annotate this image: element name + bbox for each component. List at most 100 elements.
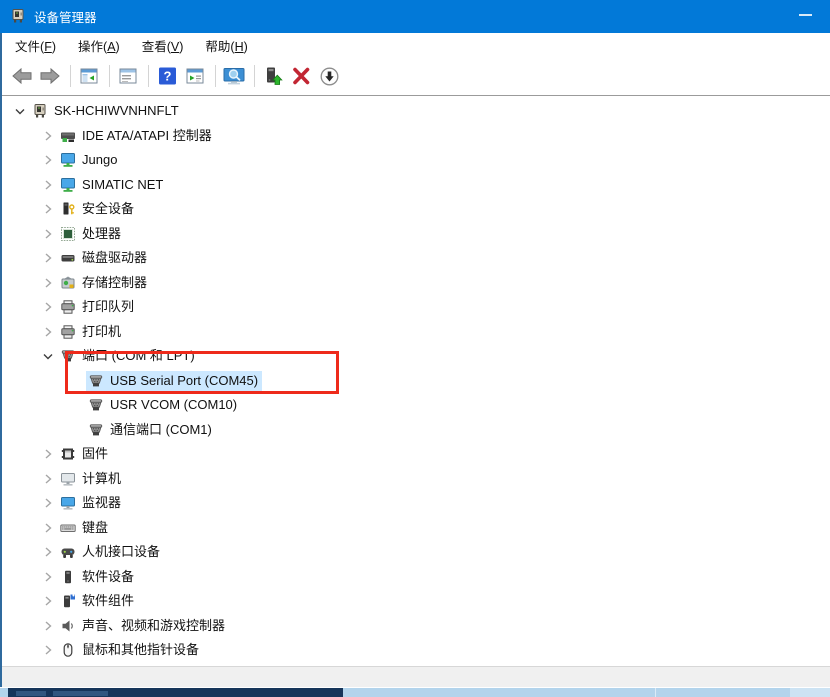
action-pane-button[interactable] [182, 62, 208, 90]
tree-item[interactable]: USR VCOM (COM10) [86, 395, 241, 415]
tree-row[interactable]: 打印机 [2, 320, 830, 345]
chevron-collapsed-icon[interactable] [40, 152, 56, 168]
tree-row[interactable]: SK-HCHIWVNHNFLT [2, 99, 830, 124]
tree-item[interactable]: 软件设备 [58, 567, 138, 587]
tree-item[interactable]: 计算机 [58, 469, 125, 489]
tree-row[interactable]: IDE ATA/ATAPI 控制器 [2, 124, 830, 149]
tree-item-label: 处理器 [82, 226, 121, 242]
status-bar [2, 666, 830, 687]
chevron-collapsed-icon[interactable] [40, 275, 56, 291]
tree-row[interactable]: 键盘 [2, 516, 830, 541]
chevron-collapsed-icon[interactable] [40, 520, 56, 536]
printer-icon [60, 324, 76, 340]
tree-item-label: 软件组件 [82, 593, 134, 609]
serial-port-icon [88, 373, 104, 389]
tree-row[interactable]: 鼠标和其他指针设备 [2, 638, 830, 663]
tree-row[interactable]: 处理器 [2, 222, 830, 247]
menu-item-v[interactable]: 查看(V) [134, 33, 192, 58]
chevron-collapsed-icon[interactable] [40, 495, 56, 511]
chevron-collapsed-icon[interactable] [40, 593, 56, 609]
chevron-collapsed-icon[interactable] [40, 299, 56, 315]
tree-item[interactable]: 固件 [58, 444, 112, 464]
tree-item[interactable]: SK-HCHIWVNHNFLT [30, 101, 183, 121]
minimize-icon [799, 14, 812, 16]
tree-item-label: SK-HCHIWVNHNFLT [54, 103, 179, 119]
tree-row[interactable]: 打印队列 [2, 295, 830, 320]
chevron-collapsed-icon[interactable] [40, 201, 56, 217]
chevron-collapsed-icon[interactable] [40, 569, 56, 585]
tree-item[interactable]: 端口 (COM 和 LPT) [58, 346, 199, 366]
tree-item[interactable]: 磁盘驱动器 [58, 248, 151, 268]
chevron-collapsed-icon[interactable] [40, 250, 56, 266]
tree-row[interactable]: 磁盘驱动器 [2, 246, 830, 271]
tree-item[interactable]: SIMATIC NET [58, 175, 167, 195]
chevron-collapsed-icon[interactable] [40, 128, 56, 144]
tree-item-label: 软件设备 [82, 569, 134, 585]
tree-item[interactable]: 打印队列 [58, 297, 138, 317]
chevron-collapsed-icon[interactable] [40, 177, 56, 193]
tree-item[interactable]: 监视器 [58, 493, 125, 513]
chevron-expanded-icon[interactable] [40, 348, 56, 364]
tree-row[interactable]: 存储控制器 [2, 271, 830, 296]
tree-item[interactable]: 键盘 [58, 518, 112, 538]
chevron-collapsed-icon[interactable] [40, 324, 56, 340]
tree-row[interactable]: 固件 [2, 442, 830, 467]
menu-item-text: 帮助 [205, 40, 230, 54]
tree-row[interactable]: Jungo [2, 148, 830, 173]
chevron-expanded-icon[interactable] [12, 103, 28, 119]
tree-item[interactable]: 处理器 [58, 224, 125, 244]
tree-item[interactable]: 安全设备 [58, 199, 138, 219]
uninstall-device-button[interactable] [288, 62, 314, 90]
tree-row[interactable]: 计算机 [2, 467, 830, 492]
tree-item[interactable]: 存储控制器 [58, 273, 151, 293]
update-driver-icon [263, 66, 284, 86]
tree-row[interactable]: 人机接口设备 [2, 540, 830, 565]
tree-item[interactable]: 通信端口 (COM1) [86, 420, 216, 440]
tree-item[interactable]: Jungo [58, 150, 121, 170]
chevron-collapsed-icon[interactable] [40, 544, 56, 560]
tree-row[interactable]: 通信端口 (COM1) [2, 418, 830, 443]
tree-item[interactable]: 软件组件 [58, 591, 138, 611]
background-window-dark-segment [8, 688, 343, 697]
serial-port-icon [88, 397, 104, 413]
tree-row[interactable]: 软件设备 [2, 565, 830, 590]
background-window-strip [0, 687, 830, 697]
update-driver-button[interactable] [260, 62, 286, 90]
tree-row[interactable]: 监视器 [2, 491, 830, 516]
tree-item[interactable]: 声音、视频和游戏控制器 [58, 616, 229, 636]
tree-item[interactable]: 人机接口设备 [58, 542, 164, 562]
chevron-collapsed-icon[interactable] [40, 618, 56, 634]
toolbar-separator [215, 65, 216, 87]
tree-row[interactable]: SIMATIC NET [2, 173, 830, 198]
tree-item-selected[interactable]: USB Serial Port (COM45) [86, 371, 262, 391]
tree-item-label: 键盘 [82, 520, 108, 536]
chevron-collapsed-icon[interactable] [40, 642, 56, 658]
tree-row[interactable]: 安全设备 [2, 197, 830, 222]
menu-item-h[interactable]: 帮助(H) [197, 33, 255, 58]
menu-item-f[interactable]: 文件(F) [7, 33, 64, 58]
disable-device-button[interactable] [316, 62, 342, 90]
tree-item-label: 计算机 [82, 471, 121, 487]
tree-item[interactable]: 鼠标和其他指针设备 [58, 640, 203, 660]
tree-row[interactable]: 软件组件 [2, 589, 830, 614]
chevron-collapsed-icon[interactable] [40, 446, 56, 462]
tree-row[interactable]: 声音、视频和游戏控制器 [2, 614, 830, 639]
back-button[interactable] [9, 62, 35, 90]
chevron-collapsed-icon[interactable] [40, 471, 56, 487]
window-list-icon [118, 66, 138, 86]
chevron-collapsed-icon[interactable] [40, 226, 56, 242]
show-console-tree-button[interactable] [76, 62, 102, 90]
tree-row[interactable]: 端口 (COM 和 LPT) [2, 344, 830, 369]
scan-monitor-magnifier-icon [222, 66, 246, 86]
tree-item[interactable]: 打印机 [58, 322, 125, 342]
properties-button[interactable] [115, 62, 141, 90]
tree-item[interactable]: IDE ATA/ATAPI 控制器 [58, 126, 216, 146]
forward-button[interactable] [37, 62, 63, 90]
tree-row[interactable]: USR VCOM (COM10) [2, 393, 830, 418]
menu-mnemonic: H [235, 40, 244, 54]
tree-row[interactable]: USB Serial Port (COM45) [2, 369, 830, 394]
scan-hardware-changes-button[interactable] [221, 62, 247, 90]
menu-item-a[interactable]: 操作(A) [70, 33, 128, 58]
minimize-button[interactable] [785, 0, 825, 30]
help-button[interactable]: ? [154, 62, 180, 90]
